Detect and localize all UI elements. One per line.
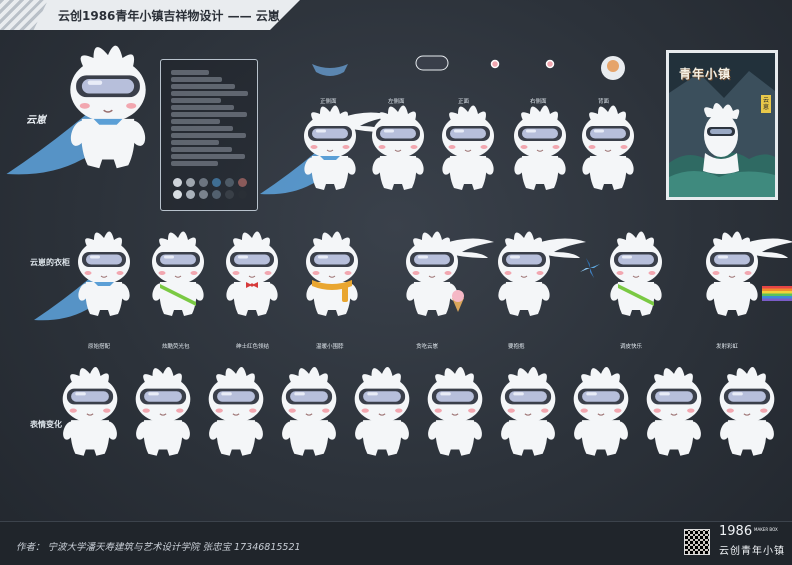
turnaround-figure-1 [260, 105, 392, 195]
view-label-4: 右侧面 [530, 99, 547, 105]
expression-figure-2 [135, 367, 191, 456]
expressions-row [62, 367, 775, 456]
pinwheel-icon [580, 258, 600, 278]
cheek-dot-icon [545, 59, 555, 69]
qr-code-icon[interactable] [684, 529, 710, 555]
goggles-icon [415, 55, 449, 71]
expression-figure-1 [62, 367, 118, 456]
turnaround-figure-3 [442, 105, 494, 190]
logo-sub-maker: MAKER [754, 527, 769, 532]
view-label-1: 正侧面 [320, 99, 337, 105]
cheek-dot-icon [490, 59, 500, 69]
outfit-label-6: 要抱抱 [508, 344, 525, 350]
turnaround-views [260, 55, 634, 195]
outfit-figure-2 [152, 231, 204, 316]
author-credit: 作者： 宁波大学潘天寿建筑与艺术设计学院 张忠宝 17346815521 [16, 542, 301, 553]
logo-sub-box: BOX [769, 527, 778, 532]
hero-mascot [6, 45, 146, 175]
outfit-figure-4 [306, 231, 358, 316]
rainbow-icon [762, 286, 792, 301]
expression-figure-5 [354, 367, 410, 456]
expression-figure-3 [208, 367, 264, 456]
outfits-row [34, 231, 792, 321]
expression-figure-6 [427, 367, 483, 456]
outfits-section-label: 云崽的衣柜 [30, 258, 70, 267]
outfit-label-5: 贪吃云崽 [416, 344, 439, 350]
expression-figure-10 [719, 367, 775, 456]
logo-year: 1986 [719, 524, 753, 539]
view-label-3: 正面 [458, 99, 470, 105]
outfit-label-2: 炫酷荧光包 [162, 344, 190, 350]
expression-figure-8 [573, 367, 629, 456]
expressions-section-label: 表情变化 [30, 420, 62, 429]
logo-maker-box: MAKER BOX [754, 527, 784, 532]
outfit-label-7: 调皮快乐 [620, 344, 643, 350]
outfit-label-4: 温暖小围脖 [316, 344, 344, 350]
turnaround-figure-4 [514, 105, 566, 190]
outfit-label-1: 原始搭配 [88, 344, 111, 350]
outfit-figure-5 [406, 231, 494, 316]
mask-icon [312, 64, 348, 76]
turnaround-figure-5 [582, 105, 634, 190]
outfit-figure-3 [226, 231, 278, 316]
character-sheet-art [6, 45, 792, 456]
view-label-2: 左侧面 [388, 99, 405, 105]
outfit-figure-8 [706, 231, 792, 316]
expression-figure-9 [646, 367, 702, 456]
outfit-figure-6 [498, 231, 586, 316]
expression-figure-7 [500, 367, 556, 456]
outfit-figure-1 [34, 231, 130, 321]
view-label-5: 背面 [598, 99, 610, 105]
outfit-label-8: 发射彩虹 [716, 344, 739, 350]
expression-figure-4 [281, 367, 337, 456]
hero-mascot-figure [6, 45, 146, 175]
outfit-figure-7 [610, 231, 662, 316]
design-board: 云创1986青年小镇吉祥物设计 —— 云崽 云崽 青年小镇 云崽 正侧面 左侧面正… [0, 0, 792, 565]
logo-chinese-name: 云创青年小镇 [719, 546, 785, 557]
outfit-label-3: 绅士红色领结 [236, 344, 270, 350]
